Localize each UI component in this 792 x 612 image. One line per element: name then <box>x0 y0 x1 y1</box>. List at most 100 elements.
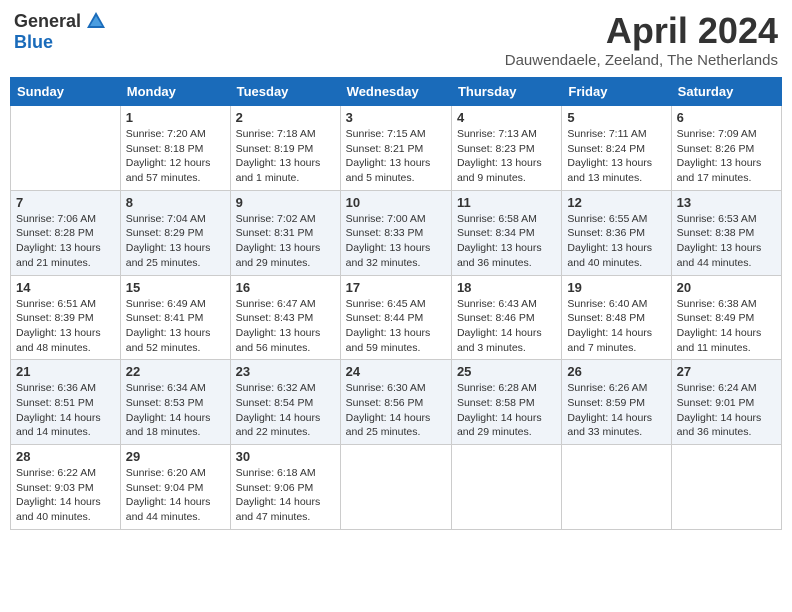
day-info: Sunrise: 6:51 AM Sunset: 8:39 PM Dayligh… <box>16 297 115 356</box>
calendar-day-cell: 9Sunrise: 7:02 AM Sunset: 8:31 PM Daylig… <box>230 190 340 275</box>
logo-general-text: General <box>14 11 81 32</box>
day-info: Sunrise: 7:11 AM Sunset: 8:24 PM Dayligh… <box>567 127 665 186</box>
day-info: Sunrise: 7:06 AM Sunset: 8:28 PM Dayligh… <box>16 212 115 271</box>
calendar-day-cell: 18 Sunrise: 6:43 AM Sunset: 8:46 PM Dayli… <box>451 275 561 360</box>
day-number: 22 <box>126 364 225 379</box>
logo-icon <box>85 10 107 32</box>
day-info: Sunrise: 7:04 AM Sunset: 8:29 PM Dayligh… <box>126 212 225 271</box>
day-info: Sunrise: 7:15 AM Sunset: 8:21 PM Dayligh… <box>346 127 446 186</box>
calendar-week-row: 14Sunrise: 6:51 AM Sunset: 8:39 PM Dayli… <box>11 275 782 360</box>
logo-blue-text: Blue <box>14 32 53 53</box>
day-number: 13 <box>677 195 776 210</box>
page-header: General Blue April 2024 Dauwendaele, Zee… <box>10 10 782 69</box>
day-info: Sunrise: 6:49 AM Sunset: 8:41 PM Dayligh… <box>126 297 225 356</box>
day-info: Sunrise: 6:40 AM Sunset: 8:48 PM Dayligh… <box>567 297 665 356</box>
day-info: Sunrise: 6:28 AM Sunset: 8:58 PM Dayligh… <box>457 381 556 440</box>
calendar-day-header: Friday <box>562 78 671 106</box>
day-number: 9 <box>236 195 335 210</box>
calendar-day-cell: 8Sunrise: 7:04 AM Sunset: 8:29 PM Daylig… <box>120 190 230 275</box>
day-number: 30 <box>236 449 335 464</box>
calendar-day-cell: 19 Sunrise: 6:40 AM Sunset: 8:48 PM Dayli… <box>562 275 671 360</box>
calendar-day-cell <box>11 106 121 191</box>
calendar-day-cell: 25 Sunrise: 6:28 AM Sunset: 8:58 PM Dayli… <box>451 360 561 445</box>
calendar-day-cell: 28 Sunrise: 6:22 AM Sunset: 9:03 PM Dayli… <box>11 445 121 530</box>
calendar-day-cell <box>671 445 781 530</box>
calendar-day-cell: 26 Sunrise: 6:26 AM Sunset: 8:59 PM Dayli… <box>562 360 671 445</box>
calendar-day-header: Sunday <box>11 78 121 106</box>
day-info: Sunrise: 6:32 AM Sunset: 8:54 PM Dayligh… <box>236 381 335 440</box>
day-number: 20 <box>677 280 776 295</box>
title-section: April 2024 Dauwendaele, Zeeland, The Net… <box>505 10 778 69</box>
calendar-week-row: 1Sunrise: 7:20 AM Sunset: 8:18 PM Daylig… <box>11 106 782 191</box>
day-number: 28 <box>16 449 115 464</box>
day-info: Sunrise: 6:43 AM Sunset: 8:46 PM Dayligh… <box>457 297 556 356</box>
calendar-day-cell <box>340 445 451 530</box>
day-number: 23 <box>236 364 335 379</box>
day-info: Sunrise: 6:55 AM Sunset: 8:36 PM Dayligh… <box>567 212 665 271</box>
calendar-day-cell: 10 Sunrise: 7:00 AM Sunset: 8:33 PM Dayli… <box>340 190 451 275</box>
day-number: 24 <box>346 364 446 379</box>
day-info: Sunrise: 6:45 AM Sunset: 8:44 PM Dayligh… <box>346 297 446 356</box>
calendar-day-header: Monday <box>120 78 230 106</box>
calendar-table: SundayMondayTuesdayWednesdayThursdayFrid… <box>10 77 782 530</box>
day-info: Sunrise: 7:20 AM Sunset: 8:18 PM Dayligh… <box>126 127 225 186</box>
calendar-week-row: 28 Sunrise: 6:22 AM Sunset: 9:03 PM Dayli… <box>11 445 782 530</box>
day-info: Sunrise: 6:58 AM Sunset: 8:34 PM Dayligh… <box>457 212 556 271</box>
day-number: 18 <box>457 280 556 295</box>
day-number: 5 <box>567 110 665 125</box>
day-info: Sunrise: 7:13 AM Sunset: 8:23 PM Dayligh… <box>457 127 556 186</box>
calendar-day-cell: 30Sunrise: 6:18 AM Sunset: 9:06 PM Dayli… <box>230 445 340 530</box>
calendar-day-cell: 20 Sunrise: 6:38 AM Sunset: 8:49 PM Dayli… <box>671 275 781 360</box>
calendar-day-header: Saturday <box>671 78 781 106</box>
calendar-day-header: Tuesday <box>230 78 340 106</box>
day-number: 21 <box>16 364 115 379</box>
month-title: April 2024 <box>505 10 778 52</box>
calendar-day-cell: 2Sunrise: 7:18 AM Sunset: 8:19 PM Daylig… <box>230 106 340 191</box>
day-info: Sunrise: 7:00 AM Sunset: 8:33 PM Dayligh… <box>346 212 446 271</box>
day-number: 12 <box>567 195 665 210</box>
calendar-day-cell: 22Sunrise: 6:34 AM Sunset: 8:53 PM Dayli… <box>120 360 230 445</box>
day-info: Sunrise: 6:53 AM Sunset: 8:38 PM Dayligh… <box>677 212 776 271</box>
day-number: 25 <box>457 364 556 379</box>
day-info: Sunrise: 6:30 AM Sunset: 8:56 PM Dayligh… <box>346 381 446 440</box>
calendar-day-cell: 12 Sunrise: 6:55 AM Sunset: 8:36 PM Dayli… <box>562 190 671 275</box>
calendar-day-cell: 5 Sunrise: 7:11 AM Sunset: 8:24 PM Daylig… <box>562 106 671 191</box>
day-number: 2 <box>236 110 335 125</box>
day-info: Sunrise: 6:36 AM Sunset: 8:51 PM Dayligh… <box>16 381 115 440</box>
day-info: Sunrise: 6:26 AM Sunset: 8:59 PM Dayligh… <box>567 381 665 440</box>
calendar-week-row: 21 Sunrise: 6:36 AM Sunset: 8:51 PM Dayli… <box>11 360 782 445</box>
day-number: 27 <box>677 364 776 379</box>
calendar-day-cell: 16 Sunrise: 6:47 AM Sunset: 8:43 PM Dayli… <box>230 275 340 360</box>
day-number: 7 <box>16 195 115 210</box>
calendar-day-cell: 1Sunrise: 7:20 AM Sunset: 8:18 PM Daylig… <box>120 106 230 191</box>
calendar-day-cell <box>451 445 561 530</box>
day-number: 29 <box>126 449 225 464</box>
calendar-day-cell: 3 Sunrise: 7:15 AM Sunset: 8:21 PM Daylig… <box>340 106 451 191</box>
calendar-day-cell: 29 Sunrise: 6:20 AM Sunset: 9:04 PM Dayli… <box>120 445 230 530</box>
calendar-day-cell: 13 Sunrise: 6:53 AM Sunset: 8:38 PM Dayli… <box>671 190 781 275</box>
day-number: 11 <box>457 195 556 210</box>
day-info: Sunrise: 6:22 AM Sunset: 9:03 PM Dayligh… <box>16 466 115 525</box>
calendar-day-header: Wednesday <box>340 78 451 106</box>
day-number: 15 <box>126 280 225 295</box>
day-info: Sunrise: 6:20 AM Sunset: 9:04 PM Dayligh… <box>126 466 225 525</box>
day-number: 26 <box>567 364 665 379</box>
day-number: 16 <box>236 280 335 295</box>
calendar-day-cell: 14Sunrise: 6:51 AM Sunset: 8:39 PM Dayli… <box>11 275 121 360</box>
day-number: 17 <box>346 280 446 295</box>
calendar-day-cell: 11 Sunrise: 6:58 AM Sunset: 8:34 PM Dayli… <box>451 190 561 275</box>
calendar-day-cell: 27Sunrise: 6:24 AM Sunset: 9:01 PM Dayli… <box>671 360 781 445</box>
calendar-day-header: Thursday <box>451 78 561 106</box>
calendar-day-cell: 6Sunrise: 7:09 AM Sunset: 8:26 PM Daylig… <box>671 106 781 191</box>
day-number: 3 <box>346 110 446 125</box>
day-info: Sunrise: 6:47 AM Sunset: 8:43 PM Dayligh… <box>236 297 335 356</box>
calendar-day-cell: 15 Sunrise: 6:49 AM Sunset: 8:41 PM Dayli… <box>120 275 230 360</box>
location-title: Dauwendaele, Zeeland, The Netherlands <box>505 52 778 69</box>
day-number: 10 <box>346 195 446 210</box>
calendar-week-row: 7 Sunrise: 7:06 AM Sunset: 8:28 PM Daylig… <box>11 190 782 275</box>
day-info: Sunrise: 6:38 AM Sunset: 8:49 PM Dayligh… <box>677 297 776 356</box>
calendar-day-cell: 17 Sunrise: 6:45 AM Sunset: 8:44 PM Dayli… <box>340 275 451 360</box>
logo: General Blue <box>14 10 107 53</box>
calendar-day-cell: 7 Sunrise: 7:06 AM Sunset: 8:28 PM Daylig… <box>11 190 121 275</box>
day-number: 19 <box>567 280 665 295</box>
